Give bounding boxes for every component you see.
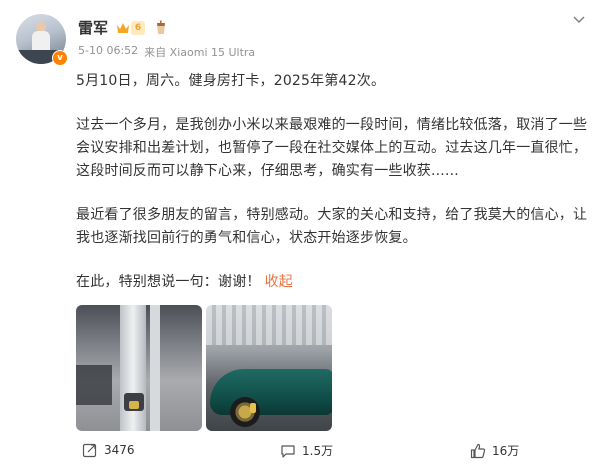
gym-machine xyxy=(76,365,112,405)
post-source: 来自 Xiaomi 15 Ultra xyxy=(144,46,256,59)
garage-ceiling xyxy=(206,305,332,345)
post-thanks-text: 在此，特别想说一句：谢谢！ xyxy=(76,274,261,290)
like-count: 16万 xyxy=(492,444,520,458)
car-photo[interactable] xyxy=(206,305,332,431)
verified-badge-icon: v xyxy=(52,50,68,66)
action-bar: 3476 1.5万 16万 xyxy=(0,436,600,468)
comment-count: 1.5万 xyxy=(302,444,334,458)
comment-icon xyxy=(281,444,295,458)
share-button[interactable]: 3476 xyxy=(82,442,135,458)
post-paragraph-3: 最近看了很多朋友的留言，特别感动。大家的关心和支持，给了我莫大的信心，让我也逐渐… xyxy=(76,207,588,246)
post-content: 5月10日，周六。健身房打卡，2025年第42次。 过去一个多月，是我创办小米以… xyxy=(76,70,588,294)
vip-badge[interactable]: 6 xyxy=(114,20,147,36)
gym-rack xyxy=(120,305,146,431)
car-brake-caliper xyxy=(250,403,256,413)
vip-level: 6 xyxy=(131,20,146,35)
share-icon xyxy=(82,443,97,458)
like-button[interactable]: 16万 xyxy=(470,442,519,459)
chevron-down-icon[interactable] xyxy=(572,12,586,26)
author-name[interactable]: 雷军 xyxy=(78,17,108,38)
cup-icon[interactable] xyxy=(153,20,169,36)
post-paragraph-4: 在此，特别想说一句：谢谢！ 收起 xyxy=(76,271,588,294)
collapse-link[interactable]: 收起 xyxy=(265,274,293,290)
post-paragraph-2: 过去一个多月，是我创办小米以来最艰难的一段时间，情绪比较低落，取消了一些会议安排… xyxy=(76,117,588,179)
post-meta: 5-10 06:52 来自 Xiaomi 15 Ultra xyxy=(78,44,255,60)
gym-photo[interactable] xyxy=(76,305,202,431)
post-line-1: 5月10日，周六。健身房打卡，2025年第42次。 xyxy=(76,73,386,89)
car-body xyxy=(210,369,332,415)
author-row: 雷军 6 xyxy=(78,17,169,38)
comment-button[interactable]: 1.5万 xyxy=(280,442,333,459)
gym-rack-side xyxy=(150,305,160,431)
like-icon xyxy=(470,443,486,458)
crown-icon xyxy=(117,22,130,33)
post-timestamp[interactable]: 5-10 06:52 xyxy=(78,44,138,60)
share-count: 3476 xyxy=(104,443,135,457)
gym-handle xyxy=(129,401,139,409)
weibo-post-card: v 雷军 6 5-10 06:52 来自 Xiaomi 15 Ultra 5月1… xyxy=(0,0,600,468)
